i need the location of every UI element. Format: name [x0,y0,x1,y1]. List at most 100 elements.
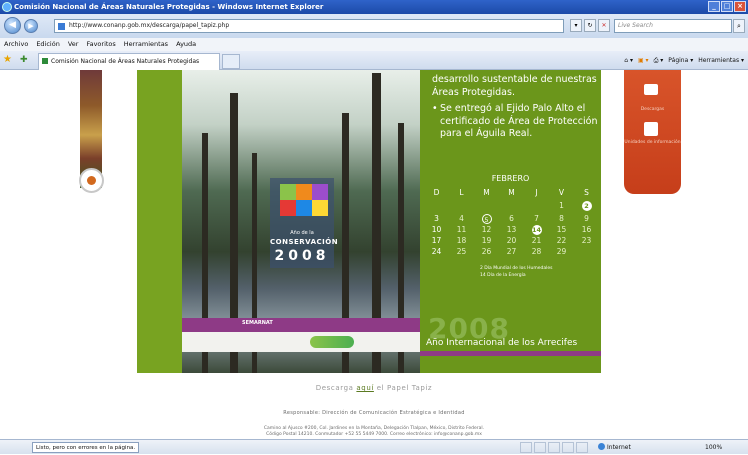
logo-title: CONSERVACIÓN [270,238,339,246]
calendar-day [499,201,524,211]
side-link-descargas[interactable]: Descargas [624,107,681,112]
logo-tile [312,200,328,216]
new-tab-button[interactable] [222,54,240,69]
page-menu-label: Página [668,57,689,64]
menu-item-archivo[interactable]: Archivo [4,38,28,51]
news-item: Se entregó al Ejido Palo Alto el certifi… [432,103,600,141]
semarnat-band: SEMARNAT [182,318,420,332]
weekday-label: L [459,188,464,197]
calendar-day: 28 [531,247,542,256]
print-icon[interactable]: ⎙ ▾ [654,54,664,67]
logo-tile [312,184,328,200]
tab-conanp[interactable]: Comisión Nacional de Áreas Naturales Pro… [38,53,220,70]
right-side-menu: Descargas Unidades de información [624,70,681,194]
calendar-day: 26 [481,247,492,256]
logo-year: 2008 [274,248,330,264]
info-units-icon[interactable] [644,122,658,136]
add-favorites-icon[interactable]: ✚ [20,55,28,65]
menu-item-ver[interactable]: Ver [68,38,79,51]
calendar-day [574,247,599,257]
semarnat-label: SEMARNAT [242,320,273,326]
calendar-day: 8 [559,214,564,223]
status-pane [520,442,532,453]
window-title-bar: Comisión Nacional de Áreas Naturales Pro… [0,0,748,14]
forward-button[interactable]: ▶ [24,19,38,33]
wallpaper-side-band [137,70,182,373]
address-tools: ▾ ↻ ✕ [570,19,610,32]
calendar-week: 24 25 26 27 28 29 [424,247,599,257]
menu-item-favoritos[interactable]: Favoritos [86,38,115,51]
minimize-button[interactable]: _ [708,1,720,12]
maximize-button[interactable]: □ [721,1,733,12]
address-line: Código Postal 14210. Conmutador +52 55 5… [266,432,482,437]
status-text: Listo, pero con errores en la página. [32,442,140,453]
logo-tile [280,200,296,216]
menu-item-edicion[interactable]: Edición [36,38,60,51]
address-url: http://www.conanp.gob.mx/descarga/papel_… [69,22,230,29]
security-zone[interactable]: Internet [598,441,631,455]
search-input[interactable]: Live Search [614,19,732,33]
calendar-week: 1 2 [424,201,599,211]
left-logo-icon[interactable] [79,168,104,193]
calendar-day: 16 [581,225,592,234]
calendar-event: 2 Día Mundial de los Humedales [480,266,553,271]
home-icon[interactable]: ⌂ ▾ [624,54,633,67]
calendar-day-highlight: 14 [531,225,542,235]
footer-responsable: Responsable: Dirección de Comunicación E… [283,410,465,416]
calendar-week: 17 18 19 20 21 22 23 [424,236,599,246]
calendar-day: 18 [456,236,467,245]
close-button[interactable]: × [734,1,746,12]
download-prefix: Descarga [315,384,354,392]
tools-menu[interactable]: Herramientas ▾ [698,54,744,67]
conanp-logo [310,336,354,348]
calendar-day: 29 [556,247,567,256]
command-bar: ⌂ ▾ ▣ ▾ ⎙ ▾ Página ▾ Herramientas ▾ [624,54,744,67]
calendar-day [524,201,549,211]
address-toolbar: ◀ ▶ http://www.conanp.gob.mx/descarga/pa… [0,14,748,38]
weekday-label: M [483,188,490,197]
calendar-day: 7 [534,214,539,223]
menu-item-herramientas[interactable]: Herramientas [124,38,168,51]
calendar-day: 11 [456,225,467,234]
calendar-day: 9 [584,214,589,223]
menu-bar: Archivo Edición Ver Favoritos Herramient… [0,38,748,51]
refresh-icon[interactable]: ↻ [584,19,596,32]
calendar-day: 13 [506,225,517,234]
back-button[interactable]: ◀ [4,17,21,34]
download-link[interactable]: aquí [356,384,374,392]
stop-icon[interactable]: ✕ [598,19,610,32]
logo-tile [280,184,296,200]
page-menu[interactable]: Página ▾ [668,54,693,67]
side-link-unidades[interactable]: Unidades de información [624,140,681,146]
news-item: desarrollo sustentable de nuestras Áreas… [432,74,597,98]
calendar-day-highlight: 2 [581,201,592,211]
tab-bar: ★ ✚ Comisión Nacional de Áreas Naturales… [0,51,748,70]
calendar-day: 19 [481,236,492,245]
calendar-month: FEBRERO [491,174,530,183]
calendar-day [424,201,449,211]
search-icon[interactable]: ⌕ [733,19,745,33]
address-dropdown-icon[interactable]: ▾ [570,19,582,32]
calendar-day: 12 [481,225,492,234]
calendar-day: 6 [509,214,514,223]
calendar-week: 3 4 5 6 7 8 9 [424,214,599,224]
logo-tile [296,200,312,216]
logo-tile [296,184,312,200]
calendar-day: 20 [506,236,517,245]
calendar-day: 17 [431,236,442,245]
calendar-day: 1 [559,201,564,210]
download-line: Descarga aquí el Papel Tapiz [0,384,748,392]
feeds-icon[interactable]: ▣ ▾ [638,54,649,67]
zoom-level[interactable]: 100% [705,441,722,455]
conservation-logo: Año de la CONSERVACIÓN 2008 [270,178,339,268]
favorites-star-icon[interactable]: ★ [3,55,12,65]
purple-divider [420,351,601,356]
download-icon[interactable] [644,84,658,95]
address-input[interactable]: http://www.conanp.gob.mx/descarga/papel_… [54,19,564,33]
status-pane [576,442,588,453]
web-page: Año de la CONSERVACIÓN 2008 SEMARNAT des… [0,70,748,439]
menu-item-ayuda[interactable]: Ayuda [176,38,196,51]
calendar-events: 2 Día Mundial de los Humedales 14 Día de… [480,265,553,279]
weekday-label: J [535,188,538,197]
calendar-day [474,201,499,211]
